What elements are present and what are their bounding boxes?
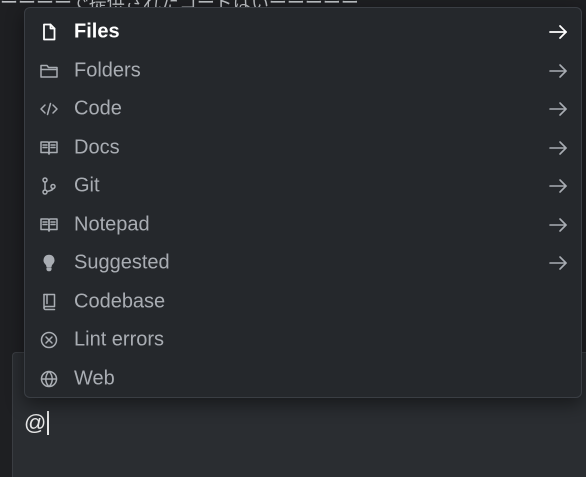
mention-item-label: Folders [74,59,141,82]
mention-item-files[interactable]: Files [25,13,581,52]
git-branch-icon [39,176,59,196]
arrow-right-icon [547,252,569,274]
arrow-right-icon [547,60,569,82]
arrow-right-icon [547,21,569,43]
mention-item-label: Codebase [74,290,166,313]
mention-item-notepad[interactable]: Notepad [25,206,581,245]
mention-item-label: Docs [74,136,120,159]
mention-item-lint-errors[interactable]: Lint errors [25,321,581,360]
mention-item-code[interactable]: Code [25,90,581,129]
mention-item-codebase[interactable]: Codebase [25,283,581,322]
editor-stage: ーーーーで提供されたコードはいーーーーー @ Files Folders [0,0,586,477]
notepad-icon [39,215,59,235]
mention-item-suggested[interactable]: Suggested [25,244,581,283]
code-icon [39,99,59,119]
file-icon [39,22,59,42]
arrow-right-icon [547,214,569,236]
mention-item-label: Web [74,367,115,390]
arrow-right-icon [547,98,569,120]
mention-item-web[interactable]: Web [25,360,581,399]
text-caret [47,411,50,435]
lightbulb-icon [39,253,59,273]
circle-x-icon [39,330,59,350]
mention-menu: Files Folders Code Docs Git Notepad Sugg… [24,7,582,398]
mention-item-docs[interactable]: Docs [25,129,581,168]
arrow-right-icon [547,137,569,159]
mention-item-label: Notepad [74,213,150,236]
mention-item-label: Git [74,174,100,197]
book-open-icon [39,138,59,158]
folder-icon [39,61,59,81]
mention-item-label: Lint errors [74,328,165,351]
chat-input-value: @ [24,410,47,435]
mention-item-label: Suggested [74,251,170,274]
globe-icon [39,369,59,389]
mention-item-folders[interactable]: Folders [25,52,581,91]
codebase-book-icon [39,292,59,312]
chat-input-field[interactable]: @ [24,410,50,436]
mention-item-label: Code [74,97,122,120]
mention-item-git[interactable]: Git [25,167,581,206]
mention-item-label: Files [74,20,120,43]
arrow-right-icon [547,175,569,197]
